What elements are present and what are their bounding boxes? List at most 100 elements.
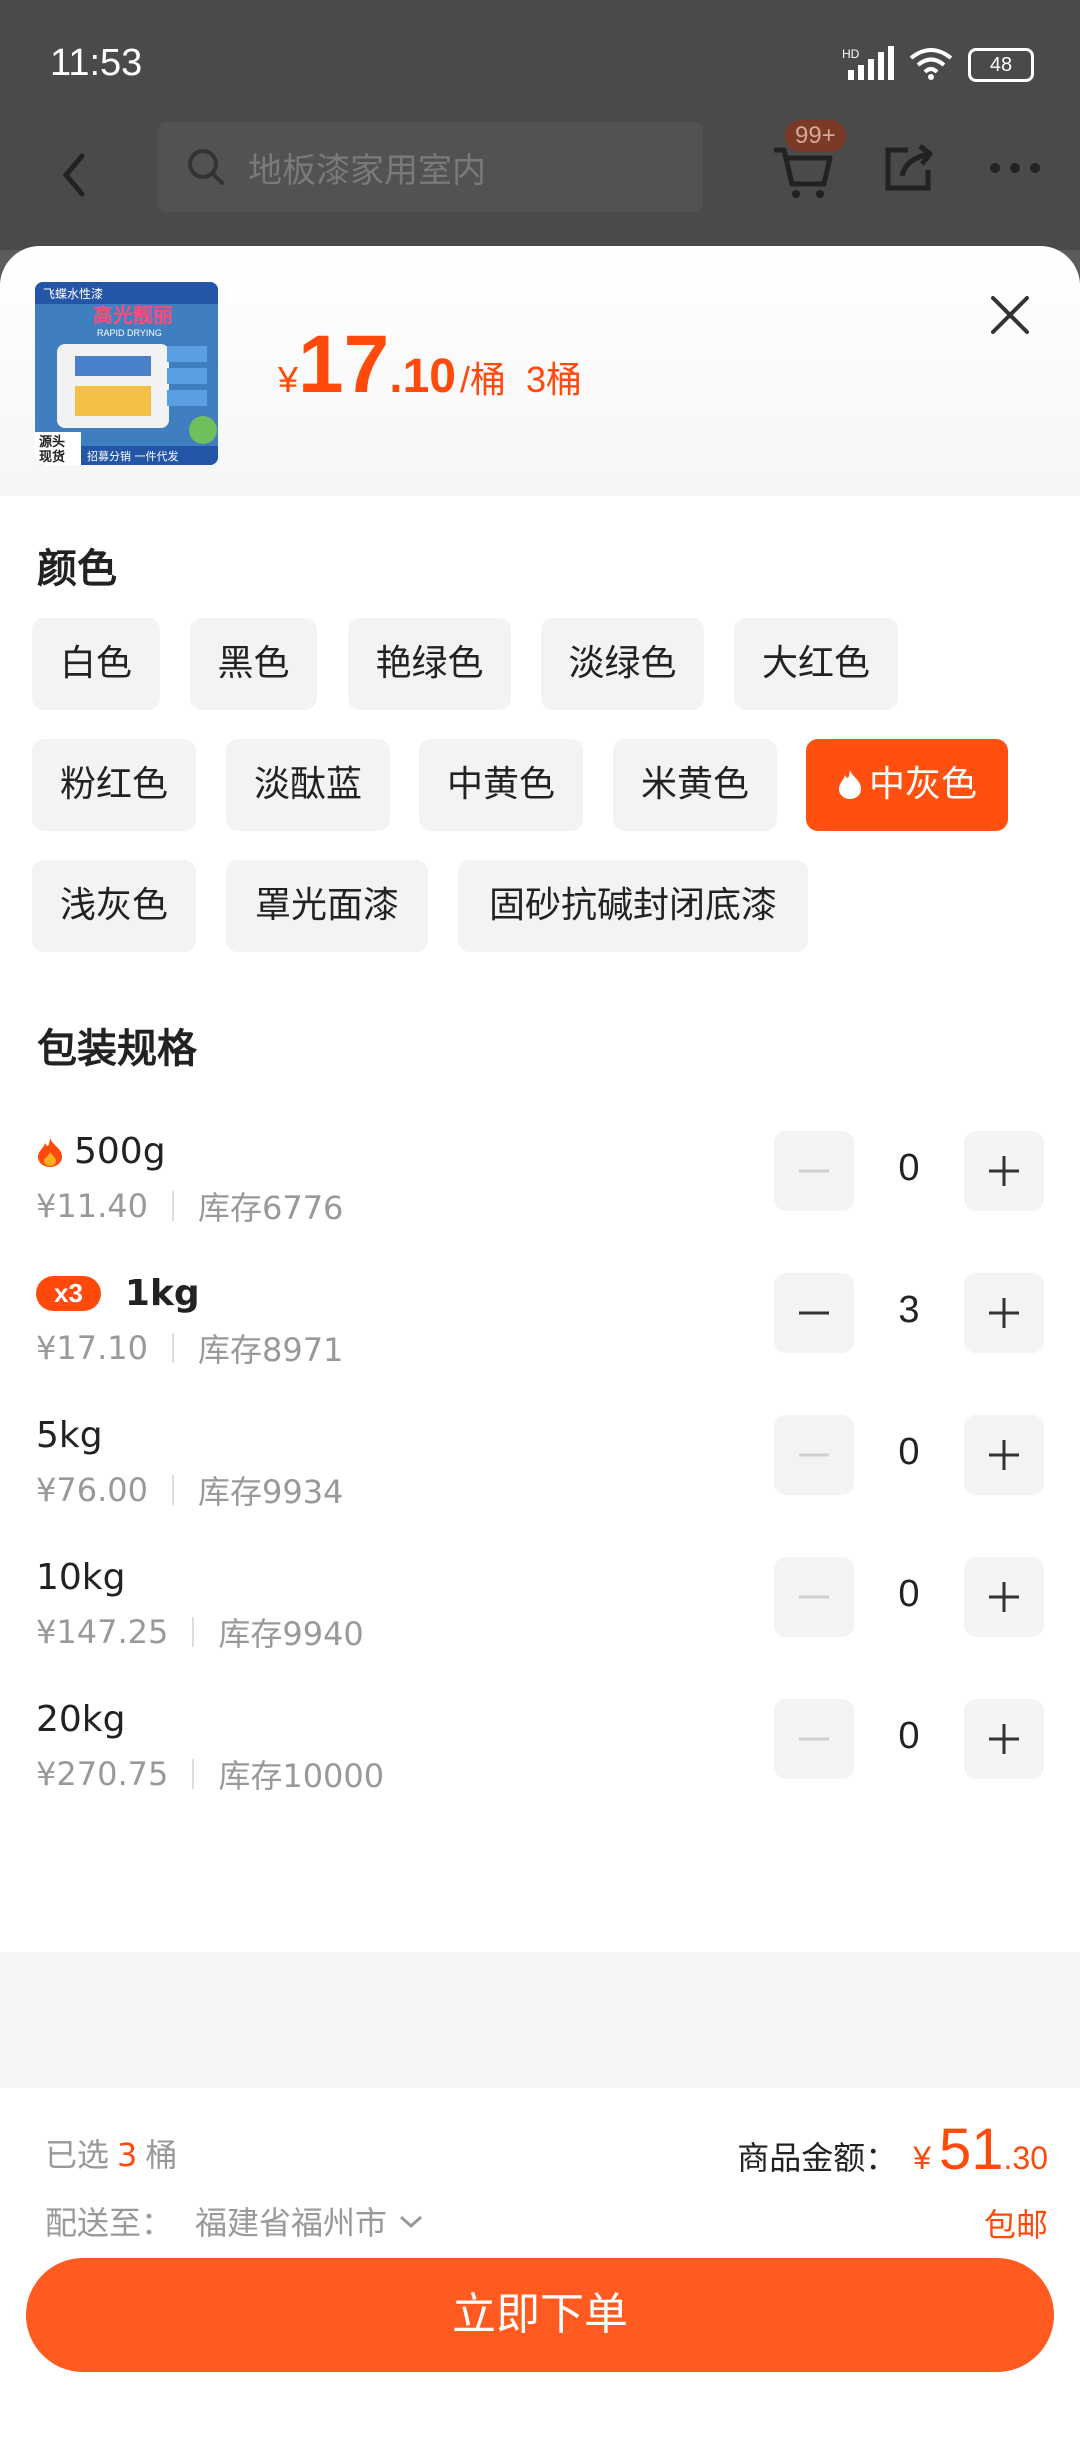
cart-badge: 99+ xyxy=(785,120,846,152)
selected-unit: 桶 xyxy=(145,2136,178,2174)
quantity-value[interactable]: 0 xyxy=(874,1573,944,1616)
color-option-selected[interactable]: 中灰色 xyxy=(806,739,1008,831)
increase-button[interactable] xyxy=(964,1415,1044,1495)
back-icon[interactable] xyxy=(48,140,118,210)
spec-section-title: 包装规格 xyxy=(37,1026,197,1072)
color-option[interactable]: 大红色 xyxy=(734,618,898,710)
color-option[interactable]: 白色 xyxy=(32,618,160,710)
status-bar: 11:53 HD 48 xyxy=(0,0,1080,130)
spec-meta: ¥147.25 库存9940 xyxy=(36,1609,364,1655)
minus-icon xyxy=(799,1453,829,1457)
plus-icon xyxy=(989,1156,1019,1186)
spec-stock: 库存9940 xyxy=(218,1615,364,1653)
spec-meta: ¥270.75 库存10000 xyxy=(36,1751,384,1797)
plus-icon xyxy=(989,1440,1019,1470)
battery-icon: 48 xyxy=(968,48,1034,82)
color-option[interactable]: 罩光面漆 xyxy=(226,860,428,952)
status-icons: HD 48 xyxy=(842,46,1034,84)
selected-prefix: 已选 xyxy=(45,2136,110,2174)
minus-icon xyxy=(799,1595,829,1599)
search-placeholder: 地板漆家用室内 xyxy=(248,150,486,191)
share-icon[interactable] xyxy=(880,138,940,198)
place-order-button[interactable]: 立即下单 xyxy=(26,2258,1054,2372)
price-integer: 17 xyxy=(298,319,390,410)
increase-button[interactable] xyxy=(964,1273,1044,1353)
top-nav: 地板漆家用室内 99+ xyxy=(0,120,1080,250)
increase-button[interactable] xyxy=(964,1131,1044,1211)
product-price: ¥17.10/桶 3桶 xyxy=(278,318,582,412)
spec-price: ¥147.25 xyxy=(36,1613,169,1651)
order-footer: 已选 3 桶 商品金额： ¥51.30 配送至： 福建省福州市 包邮 立即下单 xyxy=(0,2088,1080,2460)
color-option[interactable]: 粉红色 xyxy=(32,739,196,831)
color-option-label: 中灰色 xyxy=(868,764,977,805)
selected-summary: 已选 3 桶 xyxy=(45,2130,177,2176)
increase-button[interactable] xyxy=(964,1557,1044,1637)
spec-name-label: 500g xyxy=(74,1131,166,1172)
svg-text:现货: 现货 xyxy=(39,449,65,465)
close-icon[interactable] xyxy=(985,290,1035,340)
sku-sheet: 飞蝶水性漆 高光靓丽 RAPID DRYING 源头 现货 招募分销 一件代发 … xyxy=(0,246,1080,2460)
divider xyxy=(192,1617,195,1647)
svg-text:RAPID DRYING: RAPID DRYING xyxy=(97,328,162,338)
svg-text:飞蝶水性漆: 飞蝶水性漆 xyxy=(43,286,103,301)
spacer xyxy=(0,1952,1080,2088)
color-option[interactable]: 浅灰色 xyxy=(32,860,196,952)
spec-stock: 库存6776 xyxy=(197,1189,344,1227)
spec-price: ¥76.00 xyxy=(36,1471,148,1509)
total-integer: 51 xyxy=(939,2117,1004,2182)
color-option[interactable]: 固砂抗碱封闭底漆 xyxy=(458,860,808,952)
increase-button[interactable] xyxy=(964,1699,1044,1779)
spec-price: ¥270.75 xyxy=(36,1755,169,1793)
minus-icon xyxy=(799,1311,829,1315)
divider xyxy=(171,1333,174,1363)
color-option[interactable]: 淡酞蓝 xyxy=(226,739,390,831)
wifi-icon xyxy=(908,46,954,84)
plus-icon xyxy=(989,1298,1019,1328)
delivery-selector[interactable]: 配送至： 福建省福州市 xyxy=(45,2198,425,2244)
quantity-badge: x3 xyxy=(36,1276,101,1311)
quantity-value[interactable]: 0 xyxy=(874,1147,944,1190)
decrease-button[interactable] xyxy=(774,1557,854,1637)
spec-row: x3 1kg ¥17.10 库存8971 3 xyxy=(0,1273,1080,1393)
total-amount: 商品金额： ¥51.30 xyxy=(737,2116,1048,2183)
delivery-city: 福建省福州市 xyxy=(195,2204,388,2242)
spec-row: 10kg ¥147.25 库存9940 0 xyxy=(0,1557,1080,1677)
svg-text:高光靓丽: 高光靓丽 xyxy=(93,303,173,327)
color-option[interactable]: 淡绿色 xyxy=(541,618,704,710)
more-icon[interactable] xyxy=(985,138,1045,198)
product-thumbnail[interactable]: 飞蝶水性漆 高光靓丽 RAPID DRYING 源头 现货 招募分销 一件代发 xyxy=(35,282,218,465)
total-decimal: .30 xyxy=(1003,2140,1048,2176)
decrease-button[interactable] xyxy=(774,1273,854,1353)
sheet-header: 飞蝶水性漆 高光靓丽 RAPID DRYING 源头 现货 招募分销 一件代发 … xyxy=(0,246,1080,496)
quantity-value[interactable]: 0 xyxy=(874,1715,944,1758)
color-option[interactable]: 米黄色 xyxy=(613,739,777,831)
plus-icon xyxy=(989,1724,1019,1754)
decrease-button[interactable] xyxy=(774,1415,854,1495)
spec-stock: 库存10000 xyxy=(218,1757,385,1795)
spec-name-label: 20kg xyxy=(36,1699,126,1740)
spec-name: 500g xyxy=(36,1131,166,1172)
spec-name: 5kg xyxy=(36,1415,103,1456)
total-label: 商品金额： xyxy=(737,2139,898,2177)
quantity-value[interactable]: 0 xyxy=(874,1431,944,1474)
color-option[interactable]: 艳绿色 xyxy=(348,618,511,710)
search-input[interactable]: 地板漆家用室内 xyxy=(158,122,703,212)
quantity-value[interactable]: 3 xyxy=(874,1289,944,1332)
svg-text:HD: HD xyxy=(842,47,860,61)
spec-row: 5kg ¥76.00 库存9934 0 xyxy=(0,1415,1080,1535)
spec-name-label: 1kg xyxy=(124,1273,200,1314)
spec-stock: 库存9934 xyxy=(197,1473,344,1511)
price-unit: /桶 xyxy=(459,359,506,400)
svg-text:招募分销 一件代发: 招募分销 一件代发 xyxy=(87,449,179,463)
spec-price: ¥17.10 xyxy=(36,1329,148,1367)
spec-name: x3 1kg xyxy=(36,1273,200,1314)
spec-row: 500g ¥11.40 库存6776 0 xyxy=(0,1131,1080,1251)
minus-icon xyxy=(799,1737,829,1741)
color-section-title: 颜色 xyxy=(37,546,117,592)
decrease-button[interactable] xyxy=(774,1699,854,1779)
color-option[interactable]: 黑色 xyxy=(190,618,317,710)
decrease-button[interactable] xyxy=(774,1131,854,1211)
color-option[interactable]: 中黄色 xyxy=(419,739,583,831)
spec-name-label: 10kg xyxy=(36,1557,126,1598)
delivery-label: 配送至： xyxy=(45,2204,174,2242)
